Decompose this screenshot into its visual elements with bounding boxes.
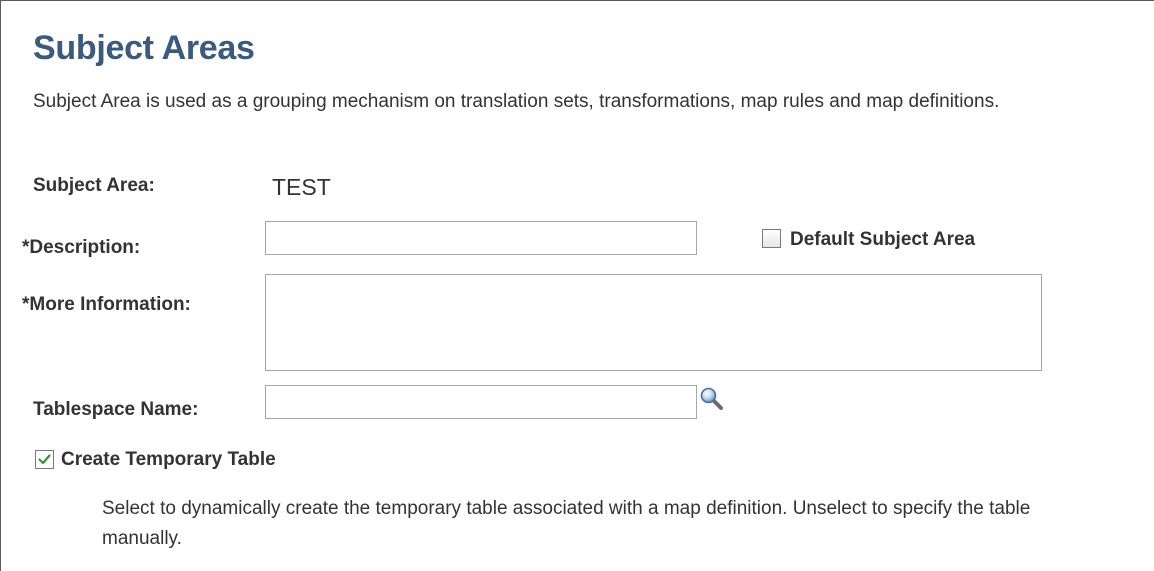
default-subject-area-label: Default Subject Area [790, 229, 976, 250]
page-description: Subject Area is used as a grouping mecha… [33, 91, 1000, 112]
tablespace-name-field[interactable] [265, 385, 697, 419]
page-title: Subject Areas [33, 29, 255, 67]
tablespace-name-label: Tablespace Name: [33, 399, 199, 420]
checkmark-icon [38, 454, 51, 465]
subject-area-label: Subject Area: [33, 175, 155, 196]
create-temporary-table-checkbox[interactable] [35, 450, 54, 469]
more-information-label: *More Information: [22, 294, 191, 315]
default-subject-area-checkbox[interactable] [762, 229, 781, 248]
description-label: *Description: [22, 237, 141, 258]
magnifier-lookup-icon[interactable] [699, 386, 725, 412]
more-information-field[interactable] [265, 274, 1042, 371]
description-field[interactable] [265, 221, 697, 255]
create-temporary-table-help: Select to dynamically create the tempora… [102, 498, 1031, 549]
create-temporary-table-label: Create Temporary Table [61, 449, 276, 470]
subject-area-value: TEST [272, 174, 331, 200]
